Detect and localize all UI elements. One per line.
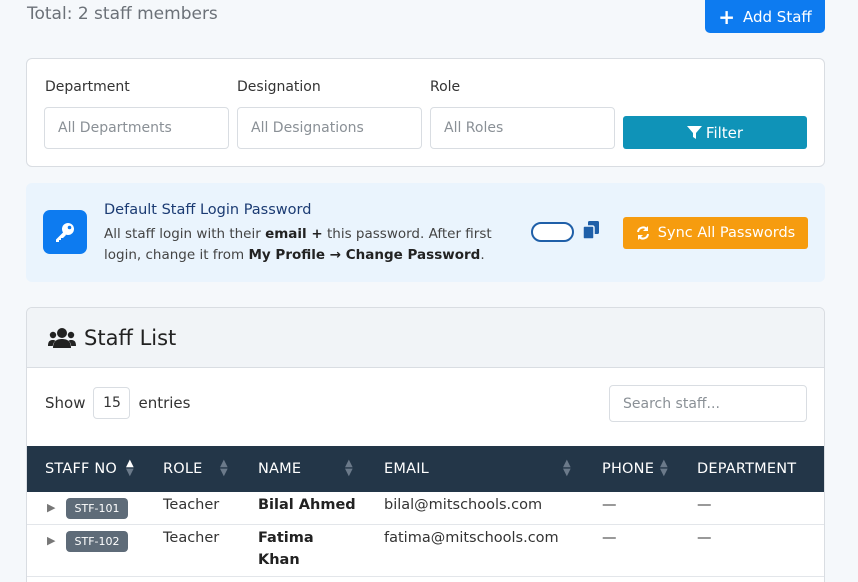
column-email[interactable]: EMAIL	[384, 446, 429, 492]
filter-label: Filter	[705, 123, 744, 142]
password-description: All staff login with their email + this …	[104, 226, 492, 263]
email-cell: bilal@mitschools.com	[384, 497, 543, 513]
table-header: STAFF NO ▲ ▼ ROLE ▲ ▼ NAME ▲ ▼ EMAIL ▲ ▼ PHO…	[27, 446, 824, 492]
department-cell: —	[697, 530, 712, 546]
phone-cell: —	[602, 530, 617, 546]
staff-no-badge: STF-101	[66, 498, 128, 519]
staff-no-badge: STF-102	[66, 531, 128, 552]
email-cell: fatima@mitschools.com	[384, 530, 559, 546]
department-label: Department	[45, 79, 130, 95]
role-select[interactable]: All Roles	[430, 107, 615, 149]
add-staff-label: Add Staff	[743, 7, 812, 26]
sync-icon	[636, 226, 649, 240]
designation-select[interactable]: All Designations	[237, 107, 422, 149]
key-icon	[43, 210, 87, 254]
sync-label: Sync All Passwords	[657, 225, 796, 241]
filter-card: Department All Departments Designation A…	[26, 58, 825, 167]
filter-button[interactable]: Filter	[623, 116, 807, 149]
sort-icon: ▲ ▼	[345, 458, 353, 478]
total-count: Total: 2 staff members	[27, 4, 218, 24]
table-row[interactable]: ▶ STF-101 Teacher Bilal Ahmed bilal@mits…	[27, 492, 824, 525]
search-input[interactable]: Search staff...	[609, 385, 807, 422]
sort-icon: ▲ ▼	[126, 458, 134, 478]
name-cell: Bilal Ahmed	[258, 497, 356, 513]
sort-icon: ▲ ▼	[563, 458, 571, 478]
sync-passwords-button[interactable]: Sync All Passwords	[623, 217, 808, 249]
entries-label: entries	[138, 394, 191, 412]
role-cell: Teacher	[163, 497, 220, 513]
column-role[interactable]: ROLE	[163, 446, 203, 492]
department-cell: —	[697, 497, 712, 513]
phone-cell: —	[602, 497, 617, 513]
password-card: Default Staff Login Password All staff l…	[26, 183, 825, 282]
column-department[interactable]: DEPARTMENT	[697, 446, 796, 492]
department-select[interactable]: All Departments	[44, 107, 229, 149]
entries-control: Show 15 entries	[45, 387, 190, 419]
column-staff-no[interactable]: STAFF NO	[45, 446, 117, 492]
column-name[interactable]: NAME	[258, 446, 301, 492]
users-icon	[48, 327, 76, 348]
staff-list-card: Staff List Show 15 entries Search staff.…	[26, 307, 825, 582]
staff-list-title: Staff List	[84, 325, 177, 350]
role-cell: Teacher	[163, 530, 220, 546]
name-cell: Fatima Khan	[258, 530, 314, 568]
plus-icon: +	[718, 4, 735, 29]
sort-icon: ▲ ▼	[660, 458, 668, 478]
expand-icon[interactable]: ▶	[47, 534, 55, 547]
password-title: Default Staff Login Password	[104, 202, 312, 218]
staff-list-header: Staff List	[27, 308, 824, 368]
add-staff-button[interactable]: + Add Staff	[705, 0, 825, 33]
expand-icon[interactable]: ▶	[47, 501, 55, 514]
column-phone[interactable]: PHONE	[602, 446, 654, 492]
sort-icon: ▲ ▼	[220, 458, 228, 478]
funnel-icon	[686, 125, 702, 139]
password-visibility-toggle[interactable]	[531, 222, 574, 242]
role-label: Role	[430, 79, 461, 95]
show-label: Show	[45, 394, 86, 412]
designation-label: Designation	[237, 79, 321, 95]
entries-select[interactable]: 15	[93, 387, 131, 419]
table-row[interactable]: ▶ STF-102 Teacher Fatima Khan fatima@mit…	[27, 525, 824, 577]
copy-icon[interactable]	[583, 221, 599, 239]
